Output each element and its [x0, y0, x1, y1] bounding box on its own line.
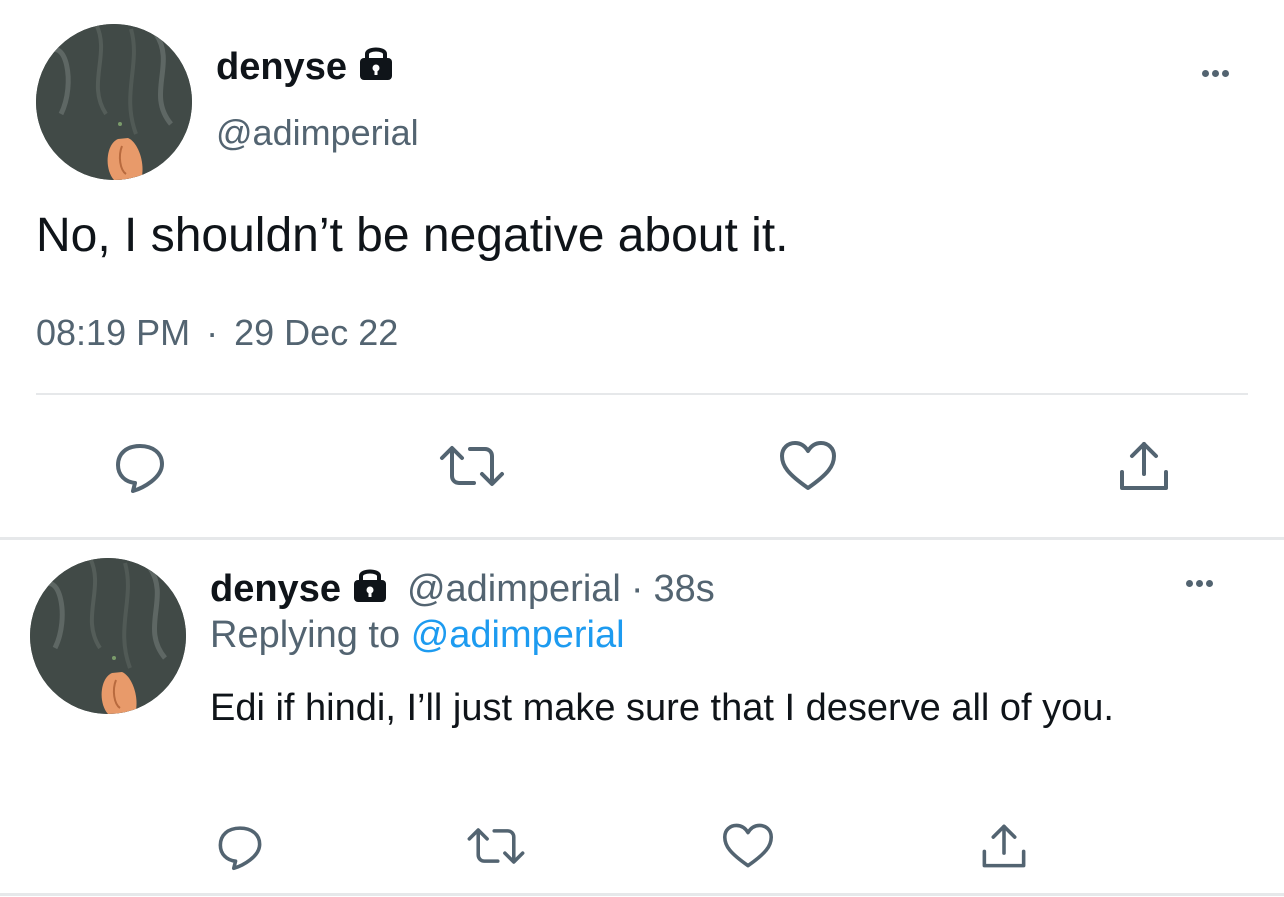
replying-to: Replying to @adimperial [210, 614, 625, 657]
reply-icon [218, 826, 262, 871]
author-handle[interactable]: @adimperial [216, 112, 419, 154]
section-divider [0, 537, 1284, 540]
reply-author-name[interactable]: denyse [210, 568, 341, 611]
reply-text: Edi if hindi, I’ll just make sure that I… [210, 687, 1114, 729]
avatar-image [30, 558, 186, 714]
author-name-text: denyse [216, 45, 347, 88]
reply-header: denyse @adimperial · 38s [210, 566, 715, 612]
reply-share-button[interactable] [972, 816, 1036, 876]
retweet-icon [440, 446, 504, 486]
reply-icon [116, 444, 164, 493]
lock-icon [351, 564, 389, 614]
retweet-icon [467, 828, 525, 864]
lock-icon [357, 42, 395, 92]
replying-to-handle[interactable]: @adimperial [411, 614, 625, 656]
reply-author-handle[interactable]: @adimperial [407, 568, 621, 611]
share-icon [982, 824, 1026, 868]
reply-age[interactable]: 38s [654, 568, 715, 611]
avatar[interactable] [36, 24, 192, 180]
reply-retweet-button[interactable] [460, 816, 532, 876]
like-button[interactable] [772, 434, 844, 498]
reply-like-button[interactable] [716, 816, 780, 876]
reply-more-options-icon[interactable] [1186, 580, 1213, 587]
replying-to-label: Replying to [210, 614, 401, 656]
share-icon [1120, 442, 1168, 490]
avatar-image [36, 24, 192, 180]
tweet-timestamp[interactable]: 08:19 PM · 29 Dec 22 [36, 312, 398, 354]
reply-separator: · [630, 567, 644, 610]
timestamp-separator: · [206, 312, 219, 353]
more-options-icon[interactable] [1202, 70, 1229, 77]
like-icon [780, 441, 836, 490]
divider [36, 393, 1248, 395]
tweet-date: 29 Dec 22 [234, 312, 399, 353]
tweet-text: No, I shouldn’t be negative about it. [36, 209, 789, 262]
share-button[interactable] [1108, 434, 1180, 498]
author-name[interactable]: denyse [216, 44, 395, 90]
bottom-divider [0, 893, 1284, 896]
like-icon [722, 823, 773, 868]
retweet-button[interactable] [432, 434, 512, 498]
reply-button[interactable] [104, 434, 176, 498]
reply-reply-button[interactable] [208, 816, 272, 876]
reply-avatar[interactable] [30, 558, 186, 714]
tweet-time: 08:19 PM [36, 312, 191, 353]
